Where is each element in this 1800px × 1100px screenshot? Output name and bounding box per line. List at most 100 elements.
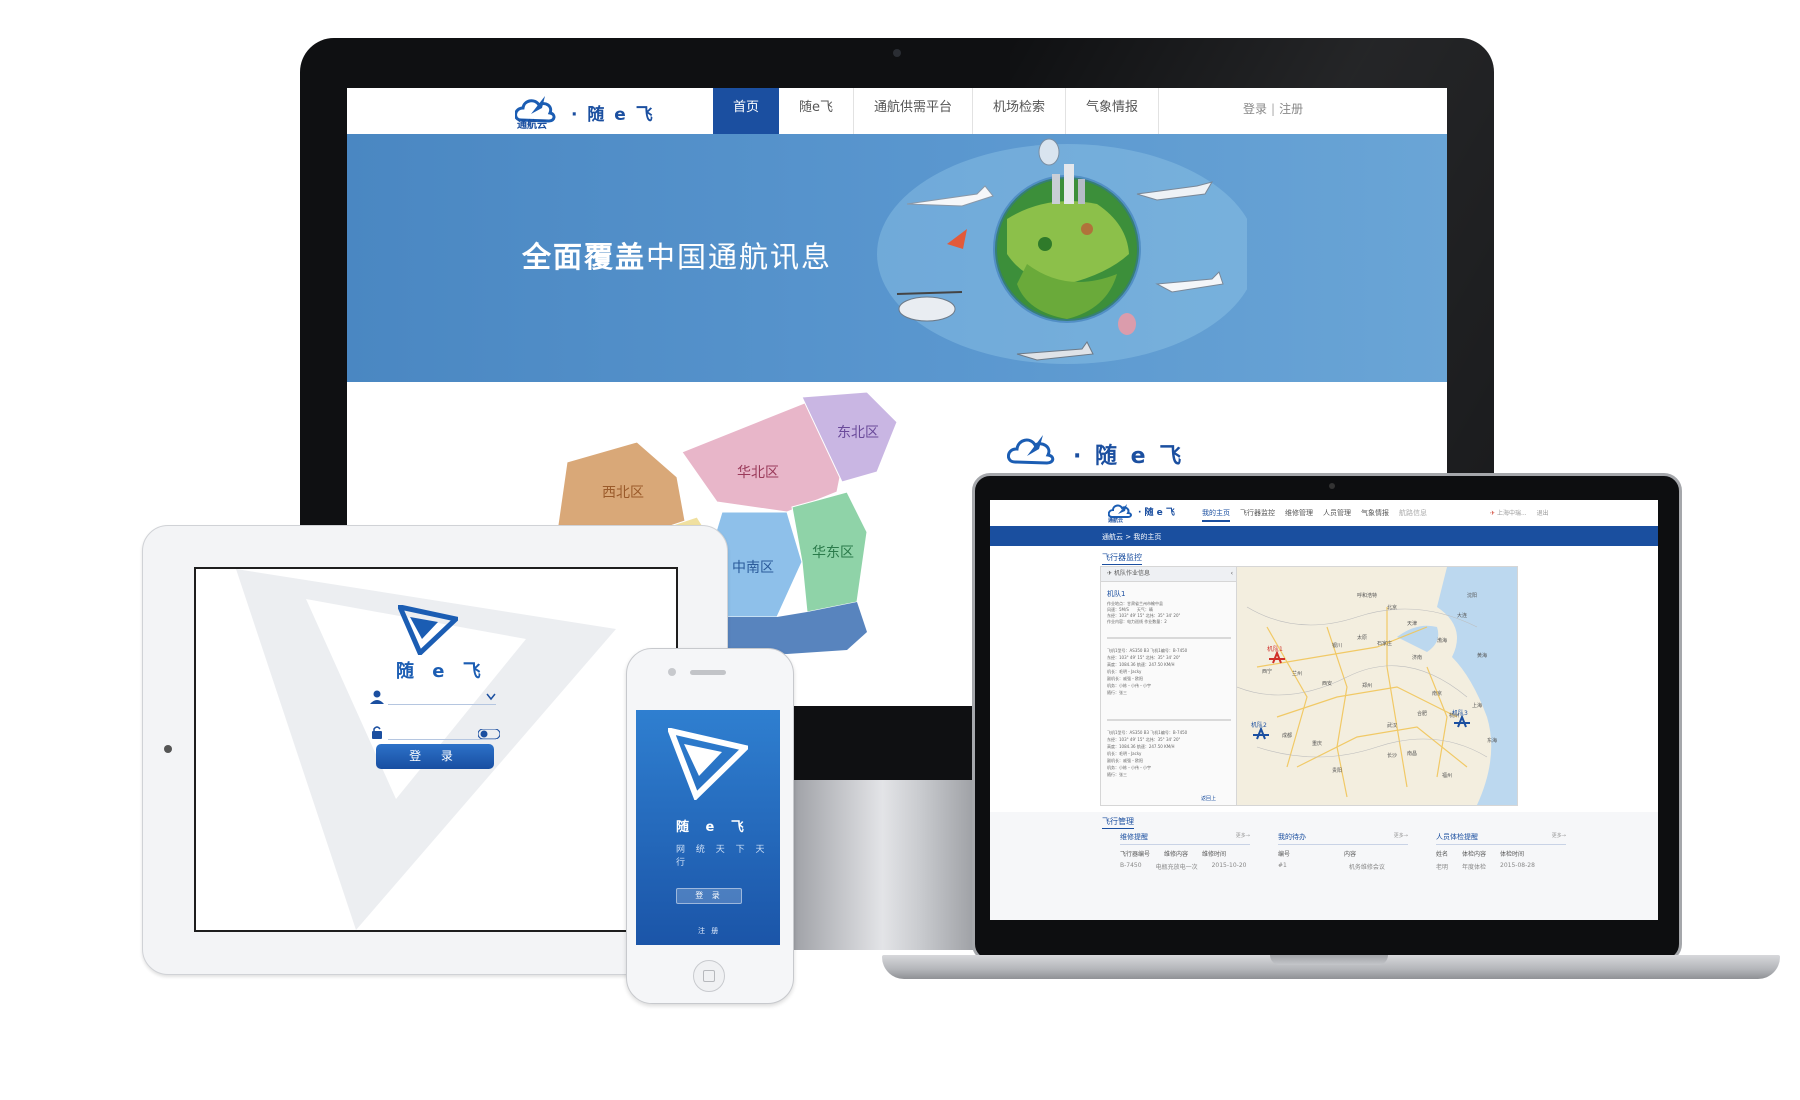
ipad-login-button[interactable]: 登 录 [376, 744, 494, 769]
map-city-label: 西宁 [1262, 668, 1272, 675]
username-underline [388, 704, 496, 705]
iphone-logo-text: 随 e 飞 [676, 820, 750, 835]
dashboard-brand-main: · 随 e 飞 [1138, 508, 1175, 518]
nav-supply-demand[interactable]: 通航供需平台 [854, 88, 974, 134]
dashboard-logo[interactable]: · 随 e 飞 通航云 [1107, 502, 1188, 524]
fleet-weather: 天气：晴 [1136, 607, 1153, 612]
col-header: 内容 [1344, 851, 1357, 858]
region-label-northwest: 西北区 [602, 485, 644, 501]
aircraft-reg: 飞机1编号：B-7450 [1150, 648, 1188, 653]
logout-link[interactable]: 退出 [1537, 510, 1549, 517]
aircraft-lat: 北纬：35° 34' 20" [1145, 737, 1181, 742]
dashboard-brand-small: 通航云 [1108, 518, 1124, 524]
col-header: 维修时间 [1202, 851, 1227, 858]
map-city-label: 济南 [1412, 654, 1422, 661]
cloud-plane-logo-icon [1007, 435, 1055, 465]
register-link[interactable]: 注册 [1279, 102, 1303, 116]
maintenance-reminder-panel: 维修提醒 更多→ 飞行器编号 维修内容 维修时间 B-7450 电瓶充放电一次 2015-… [1120, 832, 1250, 871]
toggle-visibility-icon[interactable] [478, 729, 500, 739]
iphone-login-button[interactable]: 登 录 [676, 888, 742, 904]
macbook-camera [1329, 483, 1335, 489]
monitor-section-title: 飞行器监控 [1102, 552, 1142, 565]
fleet-info-header-label: 机队作业信息 [1113, 570, 1150, 577]
my-todo-panel: 我的待办 更多→ 编号 内容 #1 机务维修会议 [1278, 832, 1408, 871]
more-link[interactable]: 更多→ [1236, 832, 1250, 839]
map-city-label: 福州 [1442, 772, 1452, 779]
username-input[interactable] [388, 704, 496, 705]
chevron-down-icon[interactable] [486, 693, 496, 701]
map-section-logo: · 随 e 飞 [1007, 432, 1207, 469]
map-city-label: 东海 [1487, 737, 1497, 744]
hero-title: 全面覆盖中国通航讯息 [522, 234, 832, 276]
collapse-chevron-icon[interactable]: ‹ [1231, 567, 1233, 581]
aircraft-captain: 机长：毛明・Jacky [1107, 669, 1142, 674]
breadcrumb[interactable]: 通航云 > 我的主页 [1102, 532, 1161, 542]
site-header: 通航云 · 随 e 飞 首页 随e飞 通航供需平台 机场检索 气象情报 登录 | 注… [347, 88, 1447, 134]
map-city-label: 南昌 [1407, 750, 1417, 757]
map-city-label: 贵阳 [1332, 767, 1342, 774]
macbook-notch [1270, 955, 1388, 965]
nav-route-info[interactable]: 航路信息 [1399, 508, 1427, 522]
paper-plane-logo-icon [668, 728, 748, 800]
panel-title: 人员体检提醒 [1436, 833, 1478, 841]
map-city-label: 天津 [1407, 620, 1417, 627]
aircraft-speed: 航速：247.50 KM/H [1136, 662, 1175, 667]
aircraft-captain: 机长：毛明・Jacky [1107, 751, 1142, 756]
fleet-marker-label-1: 机队1 [1267, 645, 1283, 653]
col-header: 维修内容 [1164, 851, 1189, 858]
iphone-screen: 随 e 飞 网 统 天 下 天 行 登 录 注 册 [636, 710, 780, 945]
nav-my-home[interactable]: 我的主页 [1202, 508, 1230, 522]
aircraft-alt: 高度：1084.36 [1107, 662, 1136, 667]
cell: 电瓶充放电一次 [1155, 864, 1198, 871]
iphone-speaker [690, 670, 726, 675]
map-city-label: 北京 [1387, 604, 1397, 611]
aircraft-type: 飞机1型号：AS350 B3 [1107, 648, 1150, 653]
nav-maintenance[interactable]: 维修管理 [1285, 508, 1313, 522]
aircraft-alt: 高度：1084.36 [1107, 744, 1136, 749]
home-square-icon [703, 970, 715, 982]
health-check-panel: 人员体检提醒 更多→ 姓名 体检内容 体检时间 老明 年度体检 2015-08-28 [1436, 832, 1566, 871]
nav-weather[interactable]: 气象情报 [1361, 508, 1389, 522]
password-input[interactable] [388, 739, 496, 740]
col-header: 体检内容 [1462, 851, 1487, 858]
nav-airport-search[interactable]: 机场检索 [973, 88, 1067, 134]
map-city-label: 合肥 [1417, 710, 1427, 717]
map-canvas: 机队1 机队2 机队3 北京天津石家庄济南太原郑州西安兰州西宁成都重庆武汉合肥南… [1237, 567, 1517, 805]
more-link[interactable]: 更多→ [1394, 832, 1408, 839]
map-city-label: 银川 [1332, 642, 1342, 649]
nav-personnel[interactable]: 人员管理 [1323, 508, 1351, 522]
nav-aircraft-monitor[interactable]: 飞行器监控 [1240, 508, 1275, 522]
col-header: 体检时间 [1500, 851, 1525, 858]
map-city-label: 石家庄 [1377, 640, 1392, 647]
fleet-latitude: 北纬：35° 34' 20" [1145, 613, 1181, 618]
region-label-northeast: 东北区 [837, 425, 879, 441]
return-link[interactable]: 返回上 [1201, 795, 1216, 802]
panel-title: 我的待办 [1278, 833, 1306, 841]
map-city-label: 太原 [1357, 634, 1367, 641]
map-city-label: 杭州 [1449, 712, 1459, 719]
nav-weather[interactable]: 气象情报 [1066, 88, 1160, 134]
aircraft-map[interactable]: 机队1 机队2 机队3 北京 天津 石家庄 济南 太原 郑州 西安 兰州 西宁 成都 重庆 武汉 合肥南… [1236, 566, 1518, 806]
airline-icon: ✈ [1490, 510, 1496, 517]
hero-banner: 全面覆盖中国通航讯息 [347, 134, 1447, 382]
iphone-register-link[interactable]: 注 册 [698, 926, 720, 936]
nav-suiefei[interactable]: 随e飞 [779, 88, 855, 134]
logo-brand-main: · 随 e 飞 [571, 105, 655, 125]
nav-home[interactable]: 首页 [713, 88, 780, 134]
iphone-camera [668, 668, 676, 676]
login-link[interactable]: 登录 [1243, 102, 1267, 116]
aircraft-copilot: 副机长：戚强・欧阳 [1107, 758, 1143, 763]
aircraft-mechanic: 机务：小栋・小伟・小宇 [1107, 683, 1151, 688]
map-city-label: 大连 [1457, 612, 1467, 619]
fleet-name[interactable]: 机队1 [1107, 589, 1125, 599]
paper-plane-logo-icon [398, 605, 458, 655]
aircraft-type: 飞机1型号：AS350 B3 [1107, 730, 1150, 735]
cell: 年度体检 [1462, 864, 1487, 871]
more-link[interactable]: 更多→ [1552, 832, 1566, 839]
fleet-info-panel: ✈ 机队作业信息 ‹ 机队1 作业地点：甘肃省兰州市榆中县 风速：5M/S 天气… [1100, 566, 1238, 806]
site-logo[interactable]: 通航云 · 随 e 飞 [514, 92, 665, 131]
map-city-label: 重庆 [1312, 740, 1322, 747]
auth-links: 登录 | 注册 [1243, 100, 1303, 117]
cell: #1 [1278, 862, 1287, 869]
user-name[interactable]: 上海中瑞... [1497, 510, 1527, 517]
